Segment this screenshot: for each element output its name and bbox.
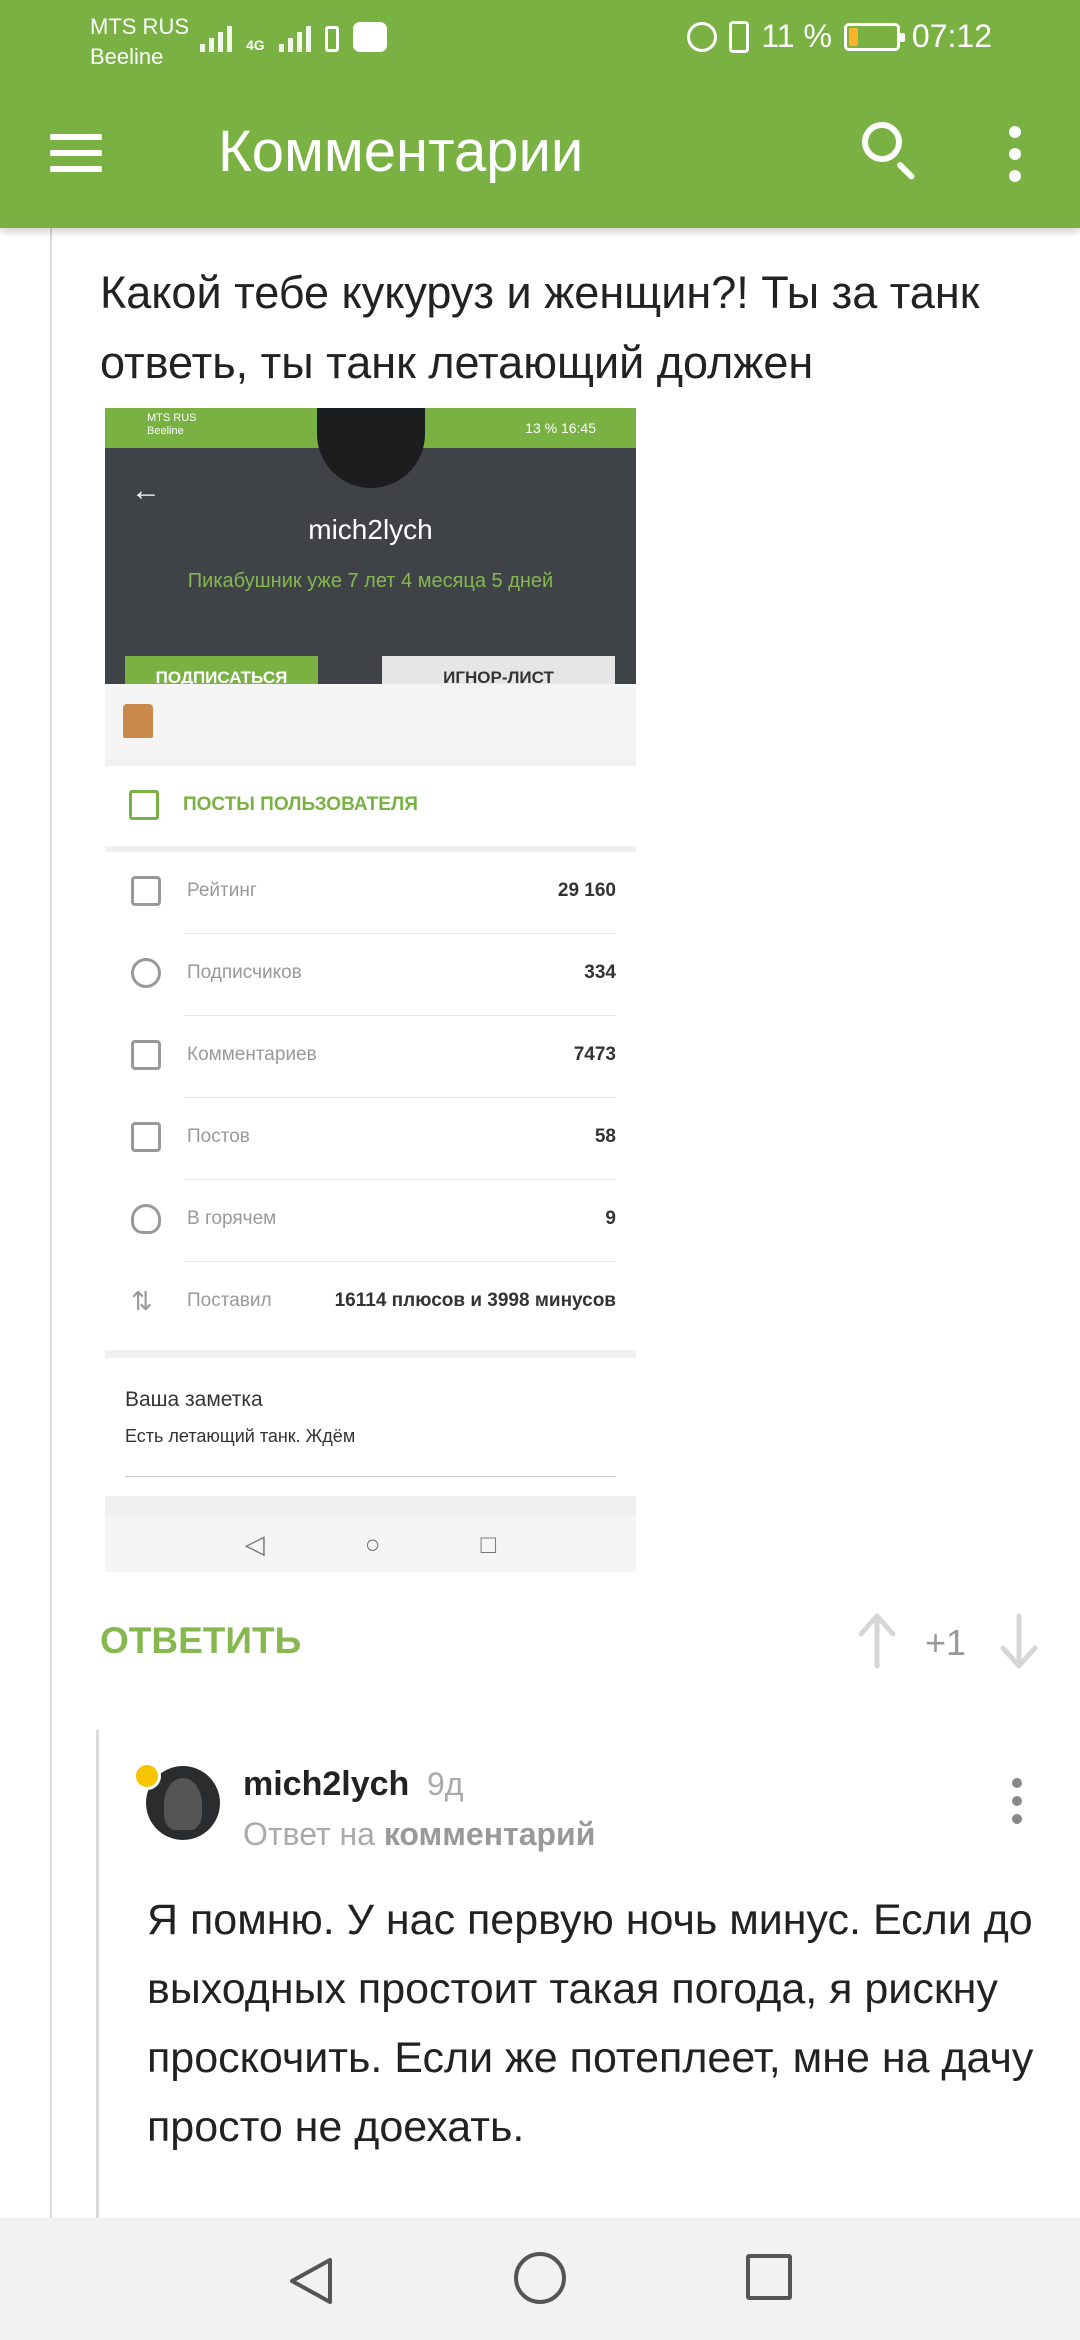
thread-line <box>50 228 52 2228</box>
embedded-note: Ваша заметка Есть летающий танк. Ждём <box>105 1358 636 1496</box>
status-left-icons: 4G <box>200 22 387 52</box>
hamburger-menu-icon[interactable] <box>50 120 120 186</box>
reply-button[interactable]: ОТВЕТИТЬ <box>100 1616 301 1666</box>
comment-score: +1 <box>925 1622 967 1663</box>
fire-icon <box>131 1204 161 1234</box>
network-type: 4G <box>246 37 265 53</box>
stat-row: Комментариев 7473 <box>105 1016 636 1098</box>
reply-comment-text: Я помню. У нас первую ночь минус. Если д… <box>147 1896 1034 2151</box>
downvote-arrow-icon[interactable] <box>997 1612 1041 1670</box>
comment-text: Какой тебе кукуруз и женщин?! Ты за танк… <box>100 267 980 388</box>
recent-square-icon: □ <box>480 1528 497 1559</box>
stat-value: 7473 <box>573 1044 616 1065</box>
stat-label: Комментариев <box>187 1044 317 1065</box>
stat-value: 58 <box>594 1126 616 1147</box>
stat-label: Рейтинг <box>187 880 257 901</box>
back-arrow-icon: ← <box>131 474 161 507</box>
signal-icon-2 <box>278 22 311 52</box>
signal-icon <box>200 22 232 52</box>
vibrate-icon <box>729 20 750 53</box>
embedded-note-text: Есть летающий танк. Ждём <box>125 1426 356 1446</box>
stat-value: 29 160 <box>557 880 616 901</box>
stat-row: В горячем 9 <box>105 1180 636 1262</box>
clock: 07:12 <box>911 18 992 54</box>
embedded-note-title: Ваша заметка <box>125 1388 263 1411</box>
reply-meta-prefix: Ответ на <box>243 1816 375 1852</box>
badge-icon <box>133 1762 161 1790</box>
embedded-posts-label: ПОСТЫ ПОЛЬЗОВАТЕЛЯ <box>183 794 418 815</box>
embedded-posts-link: ПОСТЫ ПОЛЬЗОВАТЕЛЯ <box>105 766 636 846</box>
carrier-info: MTS RUS Beeline <box>90 12 189 72</box>
edit-icon <box>129 790 159 820</box>
back-triangle-icon: ◁ <box>244 1528 265 1559</box>
page-title: Комментарии <box>218 119 584 184</box>
reply-meta-link[interactable]: комментарий <box>384 1816 596 1852</box>
stat-row: Постов 58 <box>105 1098 636 1180</box>
comment-author[interactable]: mich2lych <box>243 1762 409 1806</box>
top-bar: MTS RUS Beeline 4G 11 % 07:12 Комментари… <box>0 0 1080 228</box>
rating-icon <box>131 876 161 906</box>
nav-home-icon[interactable] <box>514 2252 566 2304</box>
up-down-arrows-icon: ⇅ <box>131 1286 153 1316</box>
embedded-tenure: Пикабушник уже 7 лет 4 месяца 5 дней <box>187 570 554 592</box>
user-icon <box>131 958 161 988</box>
more-vertical-icon[interactable] <box>990 116 1040 192</box>
embedded-profile-header: ← mich2lych Пикабушник уже 7 лет 4 месяц… <box>105 408 636 700</box>
stat-row: ⇅ Поставил 16114 плюсов и 3998 минусов <box>105 1262 636 1344</box>
comment-image[interactable]: MTS RUS Beeline 13 % 16:45 ← mich2lych П… <box>105 408 636 1572</box>
embedded-carrier: MTS RUS Beeline <box>147 412 197 438</box>
stat-value: 9 <box>605 1208 616 1229</box>
battery-icon <box>843 22 905 51</box>
edit-icon <box>131 1122 161 1152</box>
nav-back-icon[interactable] <box>284 2254 338 2308</box>
home-circle-icon: ○ <box>364 1528 381 1559</box>
reply-meta: Ответ на комментарий <box>243 1812 595 1856</box>
comment-icon <box>131 1040 161 1070</box>
stat-label: В горячем <box>187 1208 277 1229</box>
stat-row: Рейтинг 29 160 <box>105 852 636 934</box>
nav-recent-icon[interactable] <box>746 2254 792 2300</box>
embedded-carrier-1: MTS RUS <box>147 412 197 424</box>
notification-app-icon <box>352 22 387 52</box>
stat-row: Подписчиков 334 <box>105 934 636 1016</box>
stat-value: 334 <box>584 962 616 983</box>
status-right: 11 % 07:12 <box>687 18 992 55</box>
carrier-2: Beeline <box>90 44 164 69</box>
embedded-carrier-2: Beeline <box>147 425 184 437</box>
embedded-username: mich2lych <box>308 514 433 545</box>
embedded-status-right: 13 % 16:45 <box>525 420 596 436</box>
stat-label: Постов <box>187 1126 250 1147</box>
embedded-avatar <box>317 408 425 488</box>
award-icon <box>123 704 153 738</box>
comment-more-icon[interactable] <box>1000 1774 1034 1828</box>
embedded-stats-list: Рейтинг 29 160 Подписчиков 334 Комментар… <box>105 852 636 1350</box>
upvote-arrow-icon[interactable] <box>855 1612 899 1670</box>
comment-time: 9д <box>427 1766 464 1802</box>
embedded-nav-bar: ◁ ○ □ <box>105 1516 636 1572</box>
battery-saver-icon <box>324 26 339 52</box>
stat-label: Подписчиков <box>187 962 302 983</box>
stat-label: Поставил <box>187 1290 272 1311</box>
battery-percent: 11 % <box>761 18 832 54</box>
stat-value: 16114 плюсов и 3998 минусов <box>334 1290 616 1311</box>
system-nav-bar <box>0 2218 1080 2340</box>
embedded-awards-row <box>105 684 636 760</box>
search-icon[interactable] <box>850 110 930 190</box>
status-bar: MTS RUS Beeline 4G 11 % 07:12 <box>0 0 1080 80</box>
alarm-icon <box>687 21 718 52</box>
app-bar: Комментарии <box>0 80 1080 228</box>
carrier-1: MTS RUS <box>90 14 189 39</box>
